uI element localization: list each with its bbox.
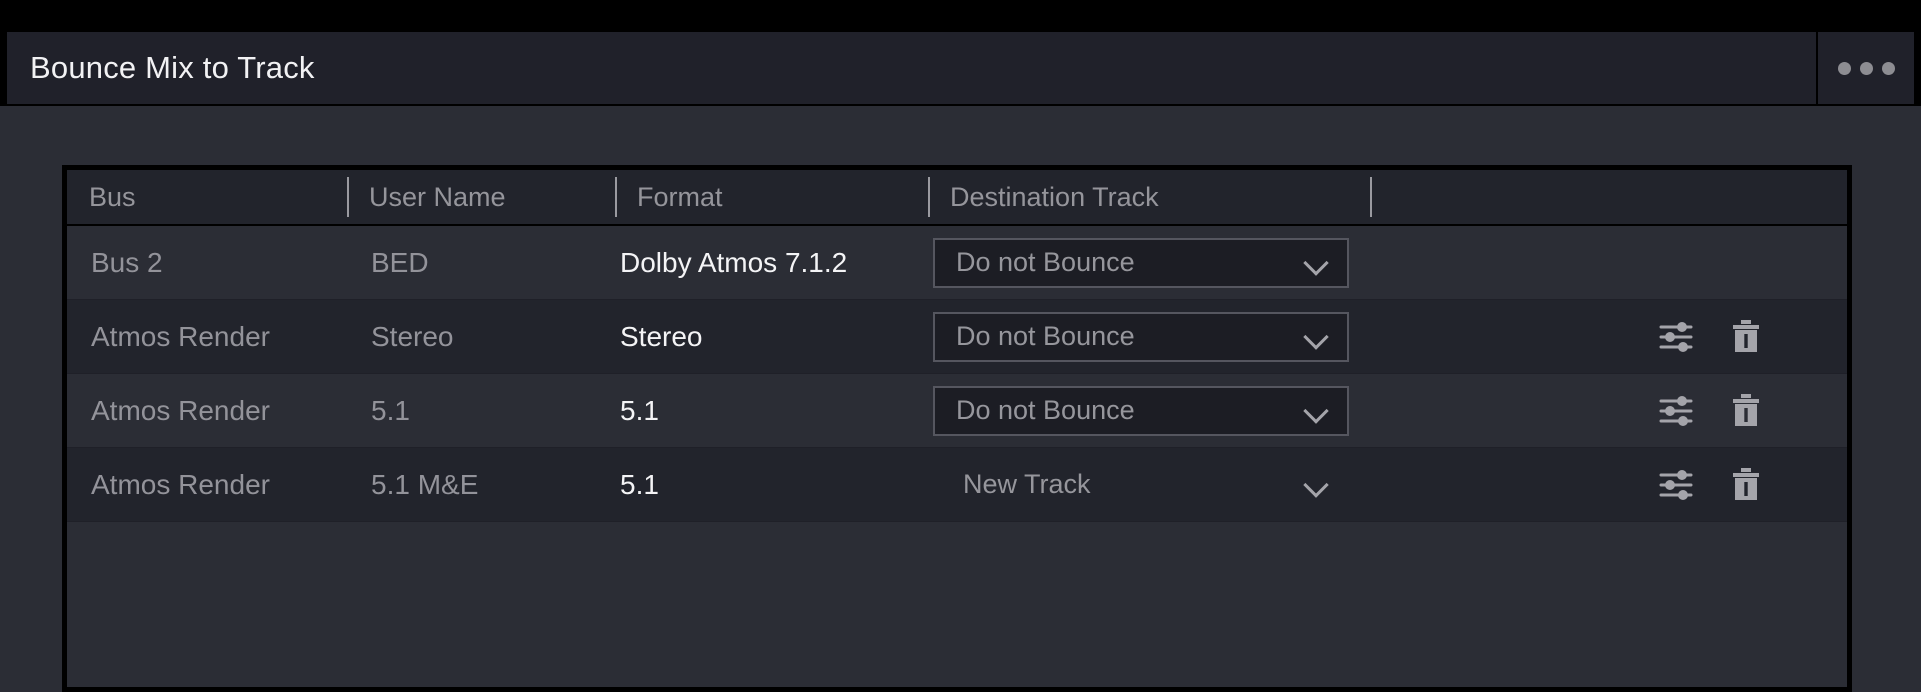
column-header-bus-label: Bus xyxy=(89,181,136,212)
cell-destination-track: Do not Bounce xyxy=(928,374,1370,447)
cell-user-name-text: BED xyxy=(371,246,429,278)
destination-track-dropdown[interactable]: Do not Bounce xyxy=(933,237,1349,288)
cell-bus: Atmos Render xyxy=(67,448,347,521)
titlebar-label-area: Bounce Mix to Track xyxy=(7,32,1818,104)
chevron-down-icon xyxy=(1304,250,1330,276)
cell-format: Stereo xyxy=(615,300,928,373)
destination-track-dropdown[interactable]: New Track xyxy=(933,460,1349,510)
destination-track-value: Do not Bounce xyxy=(956,395,1135,425)
window-content: Bus User Name Format Destination Track B… xyxy=(0,106,1921,692)
chevron-down-icon xyxy=(1304,472,1330,498)
trash-icon[interactable] xyxy=(1726,391,1766,431)
cell-user-name: BED xyxy=(347,226,615,299)
cell-bus: Atmos Render xyxy=(67,300,347,373)
ellipsis-icon-dot-2 xyxy=(1859,61,1873,75)
destination-track-value: Do not Bounce xyxy=(956,321,1135,351)
sliders-icon[interactable] xyxy=(1656,391,1696,431)
cell-user-name-text: Stereo xyxy=(371,320,454,352)
cell-bus-text: Atmos Render xyxy=(91,320,270,352)
column-header-destination-track[interactable]: Destination Track xyxy=(928,170,1370,224)
destination-track-value: Do not Bounce xyxy=(956,247,1135,277)
destination-track-dropdown[interactable]: Do not Bounce xyxy=(933,311,1349,362)
cell-bus: Bus 2 xyxy=(67,226,347,299)
chevron-down-icon xyxy=(1304,324,1330,350)
ellipsis-icon-dot-3 xyxy=(1881,61,1895,75)
sliders-icon[interactable] xyxy=(1656,317,1696,357)
column-header-format-label: Format xyxy=(637,181,723,212)
table-empty-area xyxy=(67,522,1847,584)
cell-user-name: Stereo xyxy=(347,300,615,373)
ellipsis-icon-dot-1 xyxy=(1837,61,1851,75)
table-row[interactable]: Bus 2 BED Dolby Atmos 7.1.2 Do not Bounc… xyxy=(67,226,1847,300)
cell-format: 5.1 xyxy=(615,374,928,447)
cell-bus-text: Bus 2 xyxy=(91,246,163,278)
cell-format-text: 5.1 xyxy=(620,468,659,500)
cell-actions xyxy=(1370,374,1847,447)
cell-destination-track: New Track xyxy=(928,448,1370,521)
cell-format: Dolby Atmos 7.1.2 xyxy=(615,226,928,299)
column-header-destination-track-label: Destination Track xyxy=(950,181,1159,212)
window-titlebar: Bounce Mix to Track xyxy=(5,30,1916,106)
column-header-actions xyxy=(1370,170,1847,224)
table-header-row: Bus User Name Format Destination Track xyxy=(67,170,1847,226)
cell-format-text: Stereo xyxy=(620,320,703,352)
cell-format: 5.1 xyxy=(615,448,928,521)
cell-user-name: 5.1 xyxy=(347,374,615,447)
column-header-format[interactable]: Format xyxy=(615,170,928,224)
column-header-bus[interactable]: Bus xyxy=(67,170,347,224)
destination-track-dropdown[interactable]: Do not Bounce xyxy=(933,385,1349,436)
table-row[interactable]: Atmos Render 5.1 5.1 Do not Bounce xyxy=(67,374,1847,448)
cell-actions xyxy=(1370,448,1847,521)
chevron-down-icon xyxy=(1304,398,1330,424)
destination-track-value: New Track xyxy=(963,469,1091,499)
cell-destination-track: Do not Bounce xyxy=(928,226,1370,299)
table-row[interactable]: Atmos Render Stereo Stereo Do not Bounce xyxy=(67,300,1847,374)
column-header-user-name-label: User Name xyxy=(369,181,506,212)
sliders-icon[interactable] xyxy=(1656,465,1696,505)
cell-user-name-text: 5.1 M&E xyxy=(371,468,479,500)
trash-icon[interactable] xyxy=(1726,317,1766,357)
cell-actions xyxy=(1370,300,1847,373)
cell-bus: Atmos Render xyxy=(67,374,347,447)
overflow-menu-button[interactable] xyxy=(1818,32,1914,104)
cell-actions xyxy=(1370,226,1847,299)
cell-format-text: Dolby Atmos 7.1.2 xyxy=(620,246,848,278)
cell-bus-text: Atmos Render xyxy=(91,468,270,500)
table-row[interactable]: Atmos Render 5.1 M&E 5.1 New Track xyxy=(67,448,1847,522)
cell-destination-track: Do not Bounce xyxy=(928,300,1370,373)
trash-icon[interactable] xyxy=(1726,465,1766,505)
cell-user-name: 5.1 M&E xyxy=(347,448,615,521)
bounce-mix-to-track-window: Bounce Mix to Track Bus User Name Format… xyxy=(0,0,1921,692)
cell-user-name-text: 5.1 xyxy=(371,394,410,426)
cell-format-text: 5.1 xyxy=(620,394,659,426)
bus-table-panel: Bus User Name Format Destination Track B… xyxy=(62,165,1852,692)
page-title: Bounce Mix to Track xyxy=(30,50,315,85)
column-header-user-name[interactable]: User Name xyxy=(347,170,615,224)
cell-bus-text: Atmos Render xyxy=(91,394,270,426)
bus-table: Bus User Name Format Destination Track B… xyxy=(65,168,1849,689)
